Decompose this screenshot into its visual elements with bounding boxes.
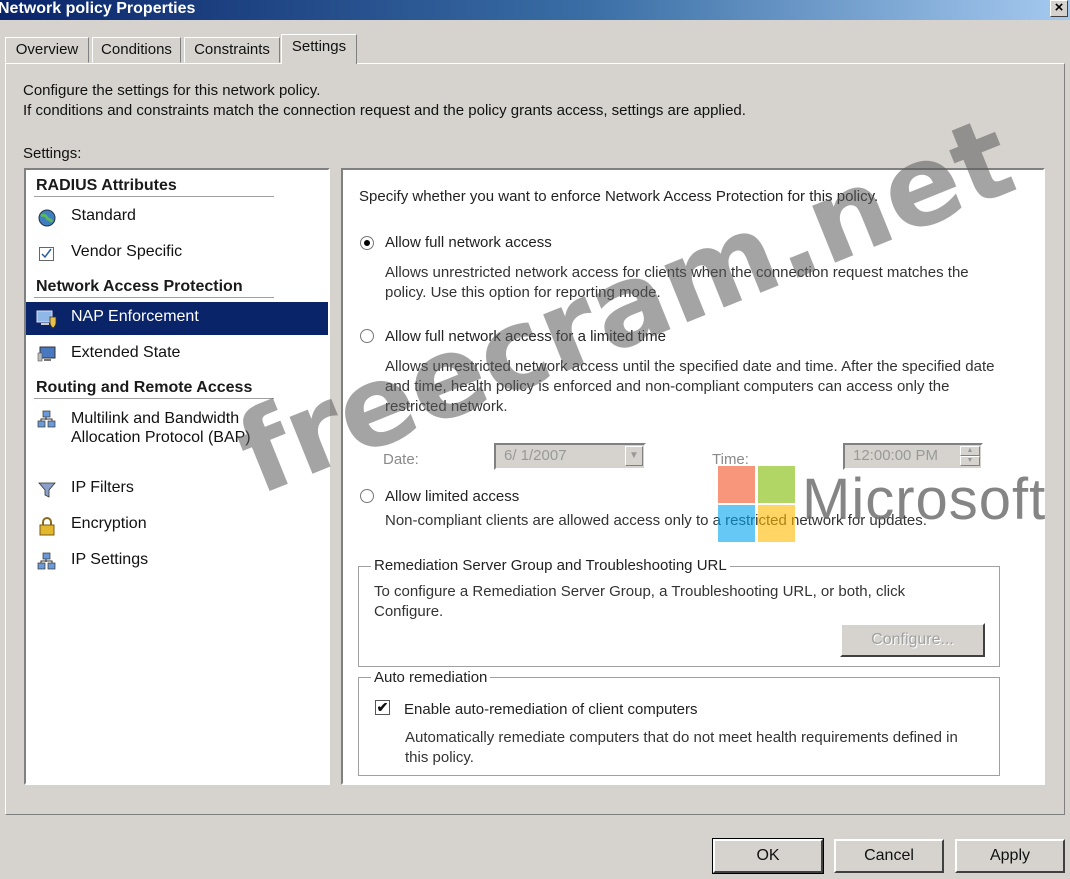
checkbox-icon [36, 244, 58, 264]
group-divider [34, 196, 274, 197]
intro-text-1: Configure the settings for this network … [23, 82, 321, 99]
sidebar-item-label: IP Settings [71, 551, 149, 568]
date-value: 6/ 1/2007 [504, 447, 567, 464]
lock-icon [36, 516, 58, 536]
sidebar-item-label: Standard [71, 207, 136, 224]
tab-settings[interactable]: Settings [281, 34, 357, 64]
remediation-legend: Remediation Server Group and Troubleshoo… [371, 557, 730, 574]
option-limited-access-label: Allow limited access [385, 488, 520, 505]
radio-limited-time[interactable] [360, 329, 374, 343]
sidebar-item-label: NAP Enforcement [71, 308, 199, 325]
tab-conditions[interactable]: Conditions [92, 37, 181, 63]
computer-shield-icon [36, 309, 58, 329]
option-limited-time-desc: Allows unrestricted network access until… [385, 358, 995, 415]
sidebar-item-label: Extended State [71, 344, 181, 361]
sidebar-item-ip-settings[interactable]: IP Settings [30, 549, 320, 573]
sidebar-item-label: Encryption [71, 515, 147, 532]
nap-heading: Specify whether you want to enforce Netw… [359, 188, 879, 205]
auto-remediation-checkbox[interactable]: ✔ [375, 700, 390, 715]
apply-button[interactable]: Apply [955, 839, 1065, 873]
sidebar-item-label: Multilink and Bandwidth Allocation Proto… [71, 410, 251, 446]
option-full-access-desc: Allows unrestricted network access for c… [385, 264, 969, 301]
sidebar-item-nap-enforcement[interactable]: NAP Enforcement [26, 302, 328, 335]
time-value: 12:00:00 PM [853, 447, 939, 464]
auto-remediation-desc: Automatically remediate computers that d… [405, 729, 958, 766]
tab-constraints[interactable]: Constraints [184, 37, 280, 63]
filter-icon [36, 480, 58, 500]
group-routing-remote-access: Routing and Remote Access [36, 379, 253, 396]
sidebar-item-extended-state[interactable]: Extended State [30, 342, 320, 366]
globe-icon [36, 208, 58, 228]
remediation-text: To configure a Remediation Server Group,… [374, 583, 906, 620]
ok-button[interactable]: OK [712, 838, 824, 874]
sidebar-item-label: IP Filters [71, 479, 134, 496]
spin-up-icon[interactable]: ▲ [960, 446, 980, 456]
monitor-icon [36, 345, 58, 365]
group-divider [34, 297, 274, 298]
close-button[interactable]: × [1050, 0, 1068, 17]
group-radius-attributes: RADIUS Attributes [36, 177, 177, 194]
group-network-access-protection: Network Access Protection [36, 278, 243, 295]
microsoft-wordmark: Microsoft [802, 467, 1047, 532]
date-picker[interactable]: 6/ 1/2007 ▼ [494, 443, 646, 470]
time-spinner[interactable]: ▲ ▼ [960, 446, 980, 467]
sidebar-item-ip-filters[interactable]: IP Filters [30, 477, 320, 501]
sidebar-item-label: Vendor Specific [71, 243, 183, 260]
settings-label: Settings: [23, 145, 82, 162]
sidebar-item-multilink-bap[interactable]: Multilink and Bandwidth Allocation Proto… [30, 407, 320, 451]
auto-remediation-label: Enable auto-remediation of client comput… [404, 701, 698, 718]
radio-limited-access[interactable] [360, 489, 374, 503]
network-icon [36, 552, 58, 572]
option-full-access-label: Allow full network access [385, 234, 552, 251]
intro-text-2: If conditions and constraints match the … [23, 102, 746, 119]
chevron-down-icon[interactable]: ▼ [625, 446, 643, 466]
sidebar-item-vendor-specific[interactable]: Vendor Specific [30, 241, 320, 265]
auto-remediation-legend: Auto remediation [371, 669, 491, 686]
spin-down-icon[interactable]: ▼ [960, 456, 980, 466]
configure-button[interactable]: Configure... [840, 623, 985, 657]
tab-overview[interactable]: Overview [5, 37, 89, 63]
option-limited-time-label: Allow full network access for a limited … [385, 328, 666, 345]
date-label: Date: [383, 451, 419, 468]
network-icon [36, 410, 58, 430]
radio-full-access[interactable] [360, 236, 374, 250]
sidebar-item-standard[interactable]: Standard [30, 205, 320, 229]
cancel-button[interactable]: Cancel [834, 839, 944, 873]
group-divider [34, 398, 274, 399]
title-bar: Network policy Properties × [0, 0, 1070, 20]
window-title: Network policy Properties [0, 0, 196, 17]
sidebar-item-encryption[interactable]: Encryption [30, 513, 320, 537]
